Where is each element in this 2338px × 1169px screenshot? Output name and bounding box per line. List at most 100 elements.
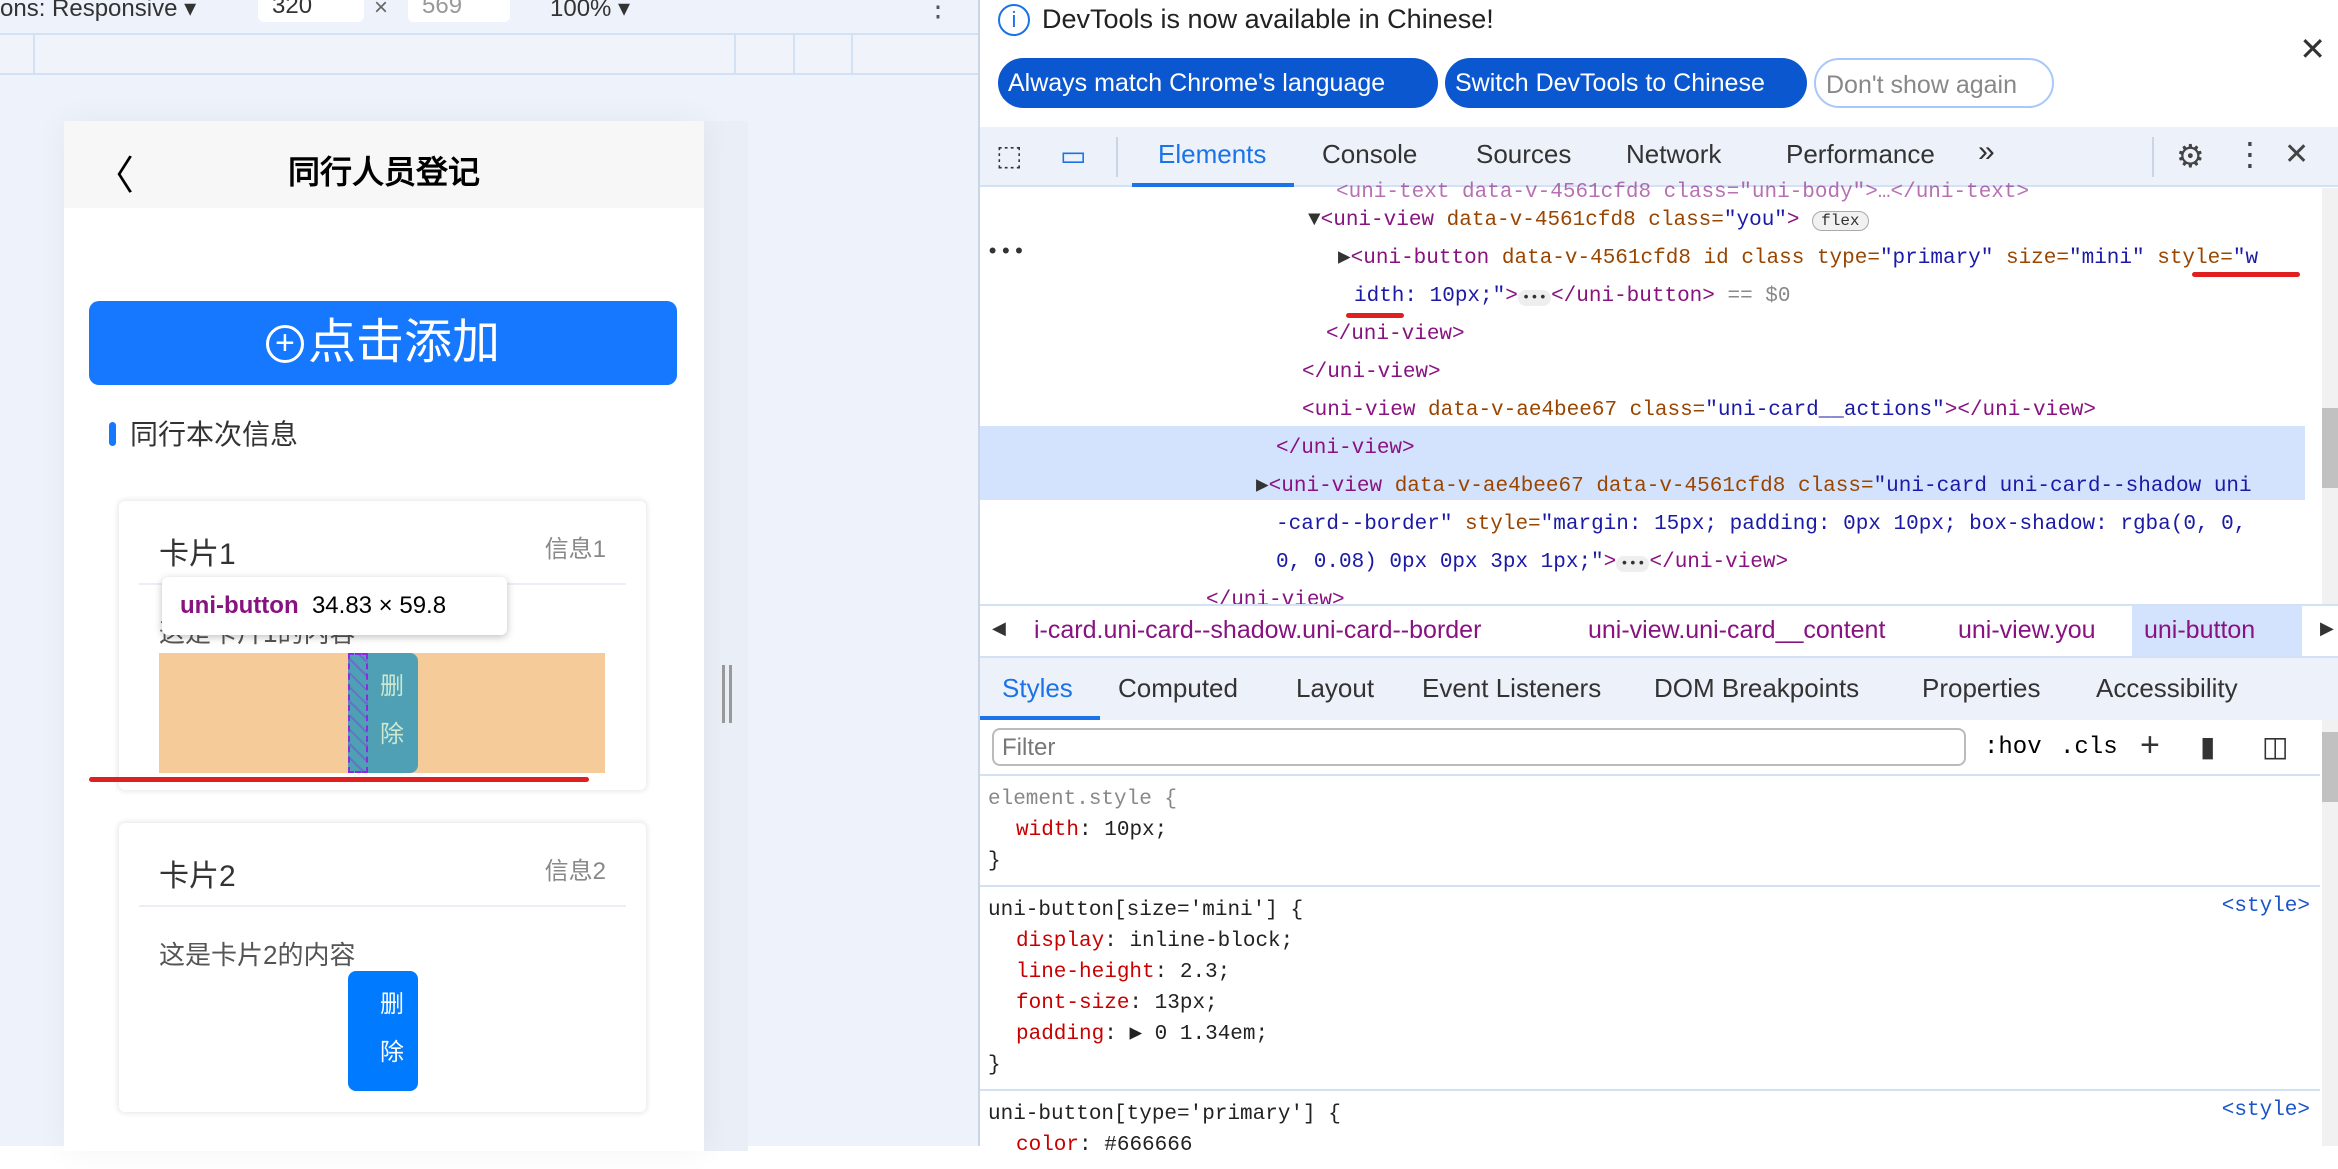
device-toggle-icon[interactable]: ▭ bbox=[1060, 139, 1086, 172]
new-rule-icon[interactable]: + bbox=[2140, 726, 2160, 765]
tab-computed[interactable]: Computed bbox=[1118, 673, 1238, 704]
dom-line-cont[interactable]: -card--border" style="margin: 15px; padd… bbox=[1276, 506, 2246, 543]
tab-performance[interactable]: Performance bbox=[1786, 139, 1935, 170]
tab-event-listeners[interactable]: Event Listeners bbox=[1422, 673, 1601, 704]
switch-chinese-button[interactable]: Switch DevTools to Chinese bbox=[1445, 58, 1807, 108]
cls-toggle[interactable]: .cls bbox=[2060, 734, 2118, 761]
dom-line[interactable]: ▶<uni-view data-v-ae4bee67 data-v-4561cf… bbox=[1256, 468, 2252, 505]
card-1: 卡片1 信息1 这是卡片1的内容 删除 bbox=[89, 501, 646, 790]
tab-elements[interactable]: Elements bbox=[1158, 139, 1266, 170]
style-rule: element.style {width: 10px;} bbox=[980, 774, 2320, 885]
flex-badge[interactable]: flex bbox=[1812, 211, 1869, 231]
rule-source-link[interactable]: <style> bbox=[2222, 895, 2310, 918]
device-toolbar: ons: Responsive ▾ 320 × 569 100% ▾ ⋮ bbox=[0, 0, 978, 33]
style-property[interactable]: font-size: 13px; bbox=[988, 988, 2312, 1019]
close-devtools-icon[interactable]: ✕ bbox=[2284, 137, 2309, 172]
card-content: 这是卡片2的内容 bbox=[159, 940, 356, 970]
card-title: 卡片1 bbox=[159, 538, 236, 571]
section-title-text: 同行本次信息 bbox=[130, 419, 299, 450]
times-sign: × bbox=[374, 0, 389, 21]
styles-tabbar: Styles Computed Layout Event Listeners D… bbox=[980, 658, 2338, 720]
card-extra: 信息1 bbox=[544, 536, 606, 563]
breadcrumb-item[interactable]: uni-view.uni-card__content bbox=[1588, 616, 1885, 645]
tab-accessibility[interactable]: Accessibility bbox=[2096, 673, 2238, 704]
tooltip-tag: uni-button bbox=[180, 592, 299, 619]
tab-network[interactable]: Network bbox=[1626, 139, 1721, 170]
always-match-button[interactable]: Always match Chrome's language bbox=[998, 58, 1438, 108]
devtools-panel: i DevTools is now available in Chinese! … bbox=[978, 0, 2338, 1157]
dom-tree: <uni-text data-v-4561cfd8 class="uni-bod… bbox=[980, 181, 2320, 612]
style-rules: element.style {width: 10px;} uni-button[s… bbox=[980, 774, 2320, 1169]
dom-line[interactable]: </uni-view> bbox=[1276, 430, 1415, 467]
dom-line-selected-cont[interactable]: idth: 10px;"> ••• </uni-button> == $0 bbox=[1354, 278, 1791, 317]
resize-gutter bbox=[704, 121, 748, 1151]
tab-properties[interactable]: Properties bbox=[1922, 673, 2041, 704]
styles-filter-input[interactable]: Filter bbox=[992, 728, 1966, 766]
style-rule: uni-button[type='primary'] {<style> color… bbox=[980, 1089, 2320, 1169]
dom-line[interactable]: ▼<uni-view data-v-4561cfd8 class="you"> … bbox=[1308, 202, 1869, 240]
style-property[interactable]: display: inline-block; bbox=[988, 926, 2312, 957]
inspect-tooltip: uni-button 34.83 × 59.8 bbox=[162, 577, 507, 635]
style-rule: uni-button[size='mini'] {<style> display:… bbox=[980, 885, 2320, 1089]
card-extra: 信息2 bbox=[544, 858, 606, 885]
dom-line-cont[interactable]: 0, 0.08) 0px 0px 3px 1px;"> ••• </uni-view… bbox=[1276, 544, 1788, 583]
tab-sources[interactable]: Sources bbox=[1476, 139, 1571, 170]
width-input[interactable]: 320 bbox=[258, 0, 364, 22]
dom-line-selected[interactable]: ▶<uni-button data-v-4561cfd8 id class ty… bbox=[1338, 240, 2258, 277]
hov-toggle[interactable]: :hov bbox=[1984, 734, 2042, 761]
breadcrumb-item[interactable]: i-card.uni-card--shadow.uni-card--border bbox=[1034, 616, 1481, 645]
card-title: 卡片2 bbox=[159, 860, 236, 893]
zoom-select[interactable]: 100% ▾ bbox=[550, 0, 630, 23]
height-input[interactable]: 569 bbox=[408, 0, 510, 22]
media-query-ruler[interactable] bbox=[0, 33, 978, 75]
resize-handle[interactable] bbox=[722, 665, 732, 723]
nav-bar: 〈 同行人员登记 bbox=[64, 121, 704, 208]
banner-message: DevTools is now available in Chinese! bbox=[1042, 4, 1494, 34]
delete-label: 删除 bbox=[380, 991, 428, 1066]
device-label: ons: Responsive bbox=[0, 0, 178, 22]
toggle-sidebar-icon[interactable]: ◫ bbox=[2262, 730, 2288, 763]
dom-line[interactable]: </uni-view> bbox=[1326, 316, 1465, 353]
info-icon: i bbox=[998, 4, 1030, 36]
breadcrumb-item-active[interactable]: uni-button bbox=[2132, 606, 2302, 656]
rule-selector[interactable]: uni-button[type='primary'] { bbox=[988, 1099, 2312, 1130]
breadcrumb-item[interactable]: uni-view.you bbox=[1958, 616, 2096, 645]
dom-line[interactable]: <uni-view data-v-ae4bee67 class="uni-car… bbox=[1302, 392, 2096, 429]
settings-gear-icon[interactable]: ⚙ bbox=[2176, 137, 2205, 175]
more-options-icon[interactable]: ⋮ bbox=[924, 0, 952, 23]
card-2: 卡片2 信息2 这是卡片2的内容 删除 bbox=[119, 823, 646, 1112]
phone-viewport: 〈 同行人员登记 +点击添加 同行本次信息 卡片1 信息1 这是卡片1的内容 删… bbox=[64, 121, 704, 1151]
tab-console[interactable]: Console bbox=[1322, 139, 1417, 170]
styles-scrollbar[interactable] bbox=[2322, 720, 2338, 1146]
more-options-icon[interactable]: ⋮ bbox=[2234, 135, 2266, 173]
tab-styles[interactable]: Styles bbox=[1002, 673, 1073, 704]
rule-selector[interactable]: element.style { bbox=[988, 784, 2312, 815]
dom-scrollbar[interactable] bbox=[2322, 188, 2338, 604]
device-select[interactable]: ons: Responsive ▾ bbox=[0, 0, 196, 23]
device-emulation-pane: ons: Responsive ▾ 320 × 569 100% ▾ ⋮ 〈 同… bbox=[0, 0, 978, 1151]
node-actions-icon[interactable]: ••• bbox=[986, 240, 1026, 265]
rule-source-link[interactable]: <style> bbox=[2222, 1099, 2310, 1122]
inspect-element-icon[interactable]: ⬚ bbox=[996, 139, 1022, 172]
breadcrumb-scroll-right-icon[interactable]: ▶ bbox=[2320, 618, 2334, 639]
dont-show-button[interactable]: Don't show again bbox=[1814, 58, 2054, 108]
page-title: 同行人员登记 bbox=[287, 154, 480, 190]
plus-circle-icon: + bbox=[265, 325, 304, 363]
tab-dom-breakpoints[interactable]: DOM Breakpoints bbox=[1654, 673, 1859, 704]
delete-button[interactable]: 删除 bbox=[348, 971, 418, 1091]
style-property[interactable]: width: 10px; bbox=[988, 815, 2312, 846]
zoom-label: 100% bbox=[550, 0, 612, 22]
style-property[interactable]: line-height: 2.3; bbox=[988, 957, 2312, 988]
paint-brush-icon[interactable]: ▮ bbox=[2200, 730, 2215, 763]
style-property[interactable]: padding: ▶ 0 1.34em; bbox=[988, 1019, 2312, 1050]
tab-layout[interactable]: Layout bbox=[1296, 673, 1374, 704]
padding-overlay bbox=[348, 653, 368, 773]
close-banner-icon[interactable]: ✕ bbox=[2299, 30, 2326, 68]
dom-line[interactable]: </uni-view> bbox=[1302, 354, 1441, 391]
section-title: 同行本次信息 bbox=[109, 413, 298, 453]
add-button[interactable]: + 点击添加 bbox=[89, 301, 677, 385]
breadcrumb-scroll-left-icon[interactable]: ◀ bbox=[992, 618, 1006, 639]
rule-selector[interactable]: uni-button[size='mini'] { bbox=[988, 895, 2312, 926]
more-tabs-icon[interactable]: » bbox=[1978, 135, 1995, 169]
add-button-label: 点击添加 bbox=[307, 316, 500, 369]
